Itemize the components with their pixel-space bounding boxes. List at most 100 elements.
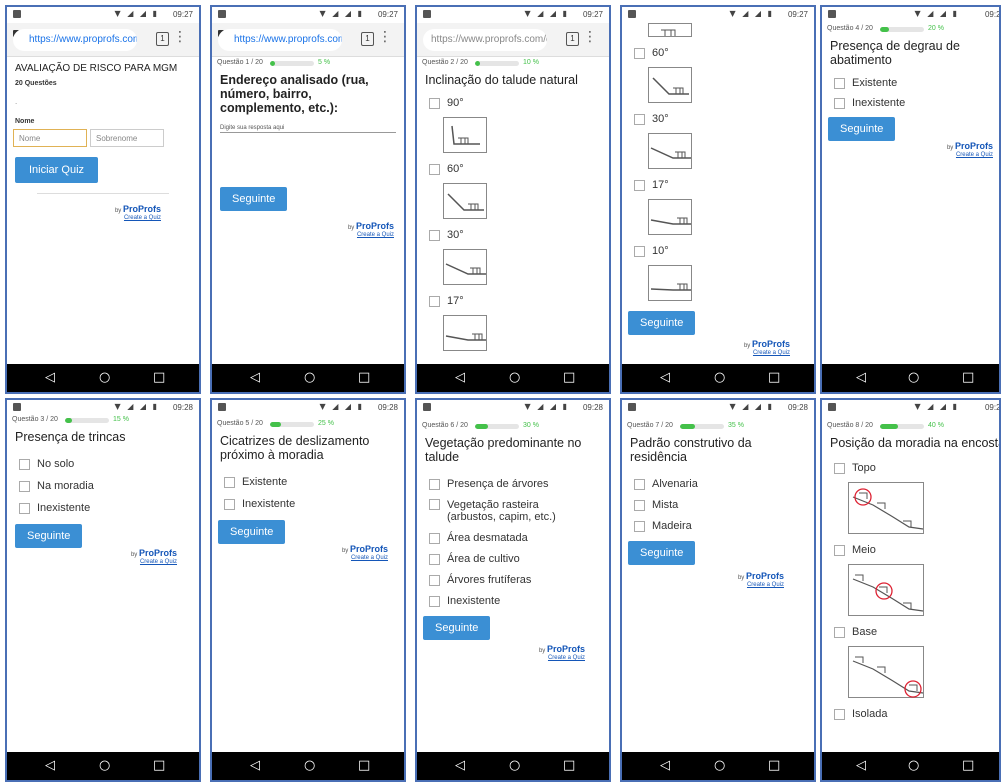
- checkbox[interactable]: [834, 544, 845, 556]
- option-base[interactable]: Base: [834, 626, 989, 638]
- checkbox[interactable]: [19, 480, 30, 492]
- checkbox[interactable]: [634, 478, 645, 490]
- option-mista[interactable]: Mista: [634, 499, 804, 511]
- home-icon[interactable]: ○: [304, 370, 315, 385]
- create-quiz-link[interactable]: Create a Quiz: [622, 350, 790, 356]
- browser-url-bar[interactable]: https://www.proprofs.com/qu 1 ⋮: [7, 23, 199, 57]
- checkbox[interactable]: [19, 458, 30, 470]
- option-area-desmatada[interactable]: Área desmatada: [429, 532, 599, 544]
- checkbox[interactable]: [429, 595, 440, 607]
- option-arvores[interactable]: Presença de árvores: [429, 478, 599, 490]
- checkbox[interactable]: [634, 47, 645, 59]
- back-icon[interactable]: ◁: [455, 370, 465, 385]
- checkbox[interactable]: [634, 499, 645, 511]
- option-10[interactable]: 10°: [634, 245, 804, 257]
- option-alvenaria[interactable]: Alvenaria: [634, 478, 804, 490]
- home-icon[interactable]: ○: [509, 758, 520, 773]
- checkbox[interactable]: [429, 574, 440, 586]
- recents-icon[interactable]: □: [768, 370, 780, 385]
- url-field[interactable]: https://www.proprofs.com/quiz-s: [423, 29, 547, 51]
- checkbox[interactable]: [429, 532, 440, 544]
- option-area-cultivo[interactable]: Área de cultivo: [429, 553, 599, 565]
- url-field[interactable]: https://www.proprofs.com/qu: [13, 29, 137, 51]
- browser-url-bar[interactable]: https://www.proprofs.com/quiz-s 1 ⋮: [417, 23, 609, 57]
- create-quiz-link[interactable]: Create a Quiz: [212, 232, 394, 238]
- answer-text-field[interactable]: Digite sua resposta aqui: [220, 125, 396, 133]
- browser-menu-icon[interactable]: ⋮: [583, 29, 597, 45]
- option-inexistente[interactable]: Inexistente: [429, 595, 599, 607]
- start-quiz-button[interactable]: Iniciar Quiz: [15, 157, 99, 183]
- option-meio[interactable]: Meio: [834, 544, 989, 556]
- recents-icon[interactable]: □: [358, 758, 370, 773]
- back-icon[interactable]: ◁: [45, 758, 55, 773]
- last-name-input[interactable]: Sobrenome: [90, 129, 164, 147]
- option-existente[interactable]: Existente: [834, 77, 989, 89]
- option-isolada[interactable]: Isolada: [834, 708, 989, 720]
- back-icon[interactable]: ◁: [856, 758, 866, 773]
- option-30[interactable]: 30°: [634, 113, 804, 125]
- tabs-count-button[interactable]: 1: [156, 32, 169, 46]
- browser-menu-icon[interactable]: ⋮: [378, 29, 392, 45]
- home-icon[interactable]: ○: [99, 758, 110, 773]
- option-arvores-frutiferas[interactable]: Árvores frutíferas: [429, 574, 599, 586]
- option-inexistente[interactable]: Inexistente: [19, 502, 189, 514]
- back-icon[interactable]: ◁: [45, 370, 55, 385]
- option-existente[interactable]: Existente: [224, 476, 394, 488]
- create-quiz-link[interactable]: Create a Quiz: [822, 152, 993, 158]
- option-17[interactable]: 17°: [429, 295, 599, 307]
- checkbox[interactable]: [834, 77, 845, 89]
- checkbox[interactable]: [834, 462, 845, 474]
- create-quiz-link[interactable]: Create a Quiz: [622, 582, 784, 588]
- checkbox[interactable]: [429, 295, 440, 307]
- checkbox[interactable]: [634, 113, 645, 125]
- create-quiz-link[interactable]: Create a Quiz: [212, 555, 388, 561]
- tabs-count-button[interactable]: 1: [361, 32, 374, 46]
- back-icon[interactable]: ◁: [660, 370, 670, 385]
- browser-url-bar[interactable]: https://www.proprofs.com/qu 1 ⋮: [212, 23, 404, 57]
- checkbox[interactable]: [429, 163, 440, 175]
- recents-icon[interactable]: □: [962, 758, 974, 773]
- option-vegetacao-rasteira[interactable]: Vegetação rasteira (arbustos, capim, etc…: [429, 499, 599, 523]
- option-90[interactable]: 90°: [429, 97, 599, 109]
- back-icon[interactable]: ◁: [660, 758, 670, 773]
- back-icon[interactable]: ◁: [455, 758, 465, 773]
- option-inexistente[interactable]: Inexistente: [834, 97, 989, 109]
- first-name-input[interactable]: Nome: [13, 129, 87, 147]
- checkbox[interactable]: [834, 708, 845, 720]
- back-icon[interactable]: ◁: [250, 758, 260, 773]
- back-icon[interactable]: ◁: [250, 370, 260, 385]
- next-button[interactable]: Seguinte: [628, 311, 696, 335]
- recents-icon[interactable]: □: [768, 758, 780, 773]
- option-madeira[interactable]: Madeira: [634, 520, 804, 532]
- recents-icon[interactable]: □: [563, 370, 575, 385]
- url-field[interactable]: https://www.proprofs.com/qu: [218, 29, 342, 51]
- home-icon[interactable]: ○: [304, 758, 315, 773]
- recents-icon[interactable]: □: [153, 370, 165, 385]
- checkbox[interactable]: [429, 97, 440, 109]
- checkbox[interactable]: [634, 179, 645, 191]
- tabs-count-button[interactable]: 1: [566, 32, 579, 46]
- home-icon[interactable]: ○: [509, 370, 520, 385]
- next-button[interactable]: Seguinte: [423, 616, 491, 640]
- checkbox[interactable]: [429, 553, 440, 565]
- create-quiz-link[interactable]: Create a Quiz: [7, 559, 177, 565]
- next-button[interactable]: Seguinte: [220, 187, 288, 211]
- checkbox[interactable]: [834, 97, 845, 109]
- recents-icon[interactable]: □: [358, 370, 370, 385]
- home-icon[interactable]: ○: [908, 370, 919, 385]
- option-na-moradia[interactable]: Na moradia: [19, 480, 189, 492]
- option-30[interactable]: 30°: [429, 229, 599, 241]
- option-no-solo[interactable]: No solo: [19, 458, 189, 470]
- recents-icon[interactable]: □: [153, 758, 165, 773]
- next-button[interactable]: Seguinte: [15, 524, 83, 548]
- recents-icon[interactable]: □: [962, 370, 974, 385]
- home-icon[interactable]: ○: [908, 758, 919, 773]
- back-icon[interactable]: ◁: [856, 370, 866, 385]
- checkbox[interactable]: [224, 476, 235, 488]
- checkbox[interactable]: [429, 229, 440, 241]
- checkbox[interactable]: [429, 499, 440, 510]
- option-topo[interactable]: Topo: [834, 462, 989, 474]
- checkbox[interactable]: [634, 245, 645, 257]
- checkbox[interactable]: [19, 502, 30, 514]
- next-button[interactable]: Seguinte: [218, 520, 286, 544]
